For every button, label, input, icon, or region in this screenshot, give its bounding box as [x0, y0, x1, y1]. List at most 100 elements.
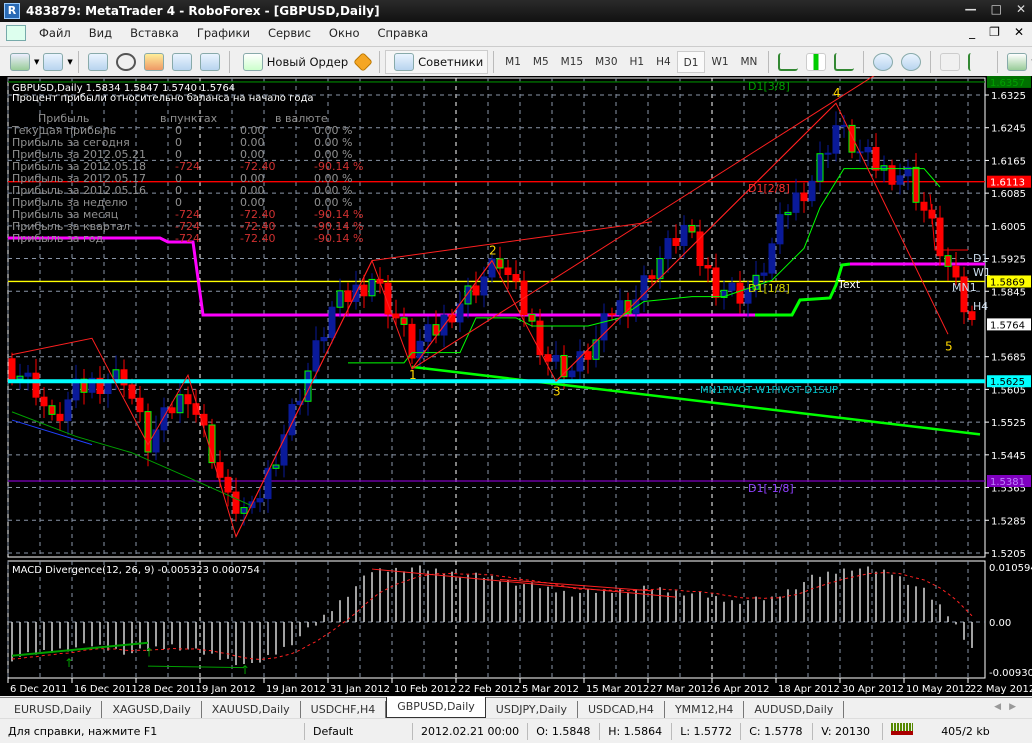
- new-order-icon: [242, 52, 263, 71]
- tab-scroll-arrows[interactable]: ◀▶: [994, 702, 1024, 712]
- chart-tab[interactable]: AUDUSD,Daily: [744, 701, 845, 718]
- chart-tab[interactable]: EURUSD,Daily: [4, 701, 103, 718]
- separator: [997, 50, 999, 73]
- candle-body: [664, 238, 672, 260]
- candle-body: [840, 124, 848, 127]
- market-watch-icon[interactable]: [87, 52, 108, 71]
- candle-body: [312, 340, 320, 372]
- timeframe-m1[interactable]: M1: [499, 51, 527, 73]
- chart-window[interactable]: 1.6325 1.6245 1.6165 1.6085 1.6005 1.5925 1.58…: [0, 63, 1032, 696]
- separator: [77, 50, 79, 73]
- timeframe-d1[interactable]: D1: [676, 50, 706, 73]
- chart-tab[interactable]: XAUUSD,Daily: [202, 701, 301, 718]
- experts-label: Советники: [418, 54, 484, 69]
- menu-window[interactable]: Окно: [320, 26, 369, 40]
- menu-file[interactable]: Файл: [30, 26, 80, 40]
- time-label: 28 Dec 2011: [138, 684, 202, 695]
- time-label: 6 Apr 2012: [714, 684, 769, 695]
- price-tick-label: 1.5845: [991, 287, 1026, 298]
- candle-body: [104, 381, 112, 394]
- menu-charts[interactable]: Графики: [188, 26, 259, 40]
- candle-body: [152, 429, 160, 453]
- new-order-button[interactable]: Новый Ордер: [235, 50, 352, 74]
- chart-tab[interactable]: USDCHF,H4: [301, 701, 387, 718]
- level-label: D1[2/8]: [748, 182, 790, 195]
- window-title: 483879: MetaTrader 4 - RoboForex - [GBPU…: [26, 4, 380, 18]
- level-label: D1[1/8]: [748, 282, 790, 295]
- zoom-in-icon[interactable]: [873, 52, 894, 71]
- buy-arrow-icon: ↑: [144, 646, 154, 660]
- alert-icon[interactable]: [353, 51, 374, 72]
- timeframe-w1[interactable]: W1: [705, 51, 734, 73]
- bar-chart-icon[interactable]: [778, 52, 799, 71]
- new-chart-icon[interactable]: [10, 52, 30, 71]
- navigator-icon[interactable]: [143, 52, 164, 71]
- panel-row-points: -724: [175, 232, 200, 245]
- candle-body: [952, 265, 960, 278]
- timeframe-mn[interactable]: MN: [735, 51, 764, 73]
- child-minimize-icon[interactable]: _: [969, 25, 975, 39]
- price-marker-label: 1.6113: [990, 178, 1025, 189]
- maximize-icon[interactable]: □: [991, 2, 1002, 16]
- wave-label: 3: [553, 384, 561, 398]
- timeframe-m5[interactable]: M5: [527, 51, 555, 73]
- auto-scroll-icon[interactable]: [940, 52, 961, 71]
- chart-tab-active[interactable]: GBPUSD,Daily: [386, 697, 486, 718]
- child-restore-icon[interactable]: ❐: [989, 25, 1000, 39]
- wave-label: 5: [945, 339, 953, 353]
- timeframe-level-label: MN1: [952, 281, 977, 294]
- chart-tab[interactable]: YMM12,H4: [665, 701, 745, 718]
- candle-body: [496, 258, 504, 269]
- crosshair-icon[interactable]: [115, 52, 136, 71]
- level-label: D1[-1/8]: [748, 482, 794, 495]
- minimize-icon[interactable]: —: [965, 2, 977, 16]
- terminal-icon[interactable]: [171, 52, 192, 71]
- candle-body: [880, 165, 888, 171]
- experts-button[interactable]: Советники: [385, 49, 489, 74]
- candle-body: [24, 372, 32, 377]
- pivot-line-label: MN1PIVOT W1PIVOT D1SUP: [700, 385, 838, 396]
- timeframe-h4[interactable]: H4: [650, 51, 677, 73]
- time-label: 10 Feb 2012: [394, 684, 456, 695]
- chart-shift-icon[interactable]: [968, 52, 988, 71]
- menu-view[interactable]: Вид: [80, 26, 121, 40]
- time-label: 27 Mar 2012: [650, 684, 713, 695]
- menu-insert[interactable]: Вставка: [121, 26, 188, 40]
- status-bar: Для справки, нажмите F1 Default 2012.02.…: [0, 718, 1032, 743]
- chart-tab[interactable]: XAGUSD,Daily: [102, 701, 202, 718]
- indicators-icon[interactable]: [1007, 52, 1028, 71]
- status-low: L: 1.5772: [672, 722, 742, 740]
- timeframe-m15[interactable]: M15: [555, 51, 589, 73]
- candle-body: [648, 275, 656, 280]
- timeframe-h1[interactable]: H1: [624, 51, 651, 73]
- candle-body: [920, 201, 928, 211]
- chart-window-icon[interactable]: [6, 25, 26, 41]
- macd-axis-label: 0.00: [989, 618, 1011, 629]
- macd-label: MACD Divergence(12, 26, 9) -0.005323 0.0…: [12, 565, 260, 576]
- title-bar: R 483879: MetaTrader 4 - RoboForex - [GB…: [0, 0, 1032, 22]
- candle-body: [816, 153, 824, 182]
- price-tick-label: 1.5925: [991, 255, 1026, 266]
- level-label: D1[3/8]: [748, 80, 790, 93]
- candle-body: [480, 276, 488, 296]
- timeframe-m30[interactable]: M30: [589, 51, 623, 73]
- zoom-out-icon[interactable]: [901, 52, 922, 71]
- price-chart[interactable]: 1.6325 1.6245 1.6165 1.6085 1.6005 1.5925 1.58…: [0, 63, 1032, 696]
- time-label: 31 Jan 2012: [330, 684, 390, 695]
- candle-body: [696, 231, 704, 267]
- candle-body: [48, 405, 56, 415]
- candle-body: [160, 407, 168, 431]
- menu-help[interactable]: Справка: [368, 26, 437, 40]
- candle-body: [328, 306, 336, 338]
- menu-tools[interactable]: Сервис: [259, 26, 320, 40]
- line-chart-icon[interactable]: [834, 52, 855, 71]
- candle-body: [768, 243, 776, 274]
- profiles-icon[interactable]: [43, 52, 64, 71]
- candle-body: [368, 278, 376, 297]
- strategy-tester-icon[interactable]: [199, 52, 220, 71]
- chart-tab[interactable]: USDCAD,H4: [578, 701, 665, 718]
- chart-tab[interactable]: USDJPY,Daily: [486, 701, 578, 718]
- candlestick-icon[interactable]: [806, 52, 827, 71]
- close-icon[interactable]: ✕: [1016, 2, 1026, 16]
- child-close-icon[interactable]: ✕: [1014, 25, 1024, 39]
